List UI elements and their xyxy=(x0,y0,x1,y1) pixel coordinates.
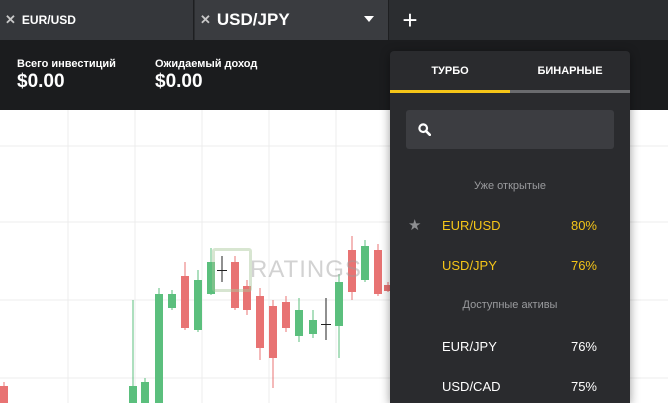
close-icon[interactable]: ✕ xyxy=(200,12,211,28)
chevron-down-icon[interactable] xyxy=(364,16,374,22)
plus-icon[interactable]: + xyxy=(390,0,430,40)
asset-name: EUR/JPY xyxy=(442,339,497,354)
candle-body xyxy=(361,246,369,280)
tab-label: EUR/USD xyxy=(21,13,76,27)
asset-payout: 80% xyxy=(570,218,597,233)
candle-body xyxy=(181,276,189,328)
total-investments-label: Всего инвестиций xyxy=(17,58,116,70)
tab-bar: ✕ EUR/USD ✕ USD/JPY + xyxy=(0,0,668,40)
candle-body xyxy=(0,386,8,403)
asset-search-input[interactable] xyxy=(438,110,612,151)
candle-body xyxy=(168,294,176,308)
ratings-watermark-logo: RATINGS xyxy=(212,248,362,292)
asset-payout: 75% xyxy=(570,379,597,394)
candle-body xyxy=(129,386,137,403)
total-investments: Всего инвестиций $0.00 xyxy=(17,58,116,93)
asset-name: EUR/USD xyxy=(442,218,501,233)
asset-selector-panel: ТУРБО БИНАРНЫЕ Уже открытые ★ EUR/USD 80… xyxy=(390,51,630,403)
candle-body xyxy=(374,250,382,294)
candle-body xyxy=(321,324,331,325)
expected-income-label: Ожидаемый доход xyxy=(155,58,258,70)
section-opened-label: Уже открытые xyxy=(474,180,546,192)
total-investments-value: $0.00 xyxy=(17,71,65,92)
asset-payout: 76% xyxy=(570,339,597,354)
tab-label: USD/JPY xyxy=(216,10,290,29)
candle-body xyxy=(295,310,303,336)
asset-row-usd-cad[interactable]: USD/CAD 75% xyxy=(390,371,630,401)
asset-type-tabs: ТУРБО БИНАРНЫЕ xyxy=(390,51,630,93)
expected-income-value: $0.00 xyxy=(155,71,203,92)
watermark-text: RATINGS xyxy=(250,256,362,283)
tab-turbo[interactable]: ТУРБО xyxy=(390,51,510,93)
candle-body xyxy=(155,294,163,403)
tab-binary[interactable]: БИНАРНЫЕ xyxy=(510,51,630,93)
asset-row-usd-jpy[interactable]: USD/JPY 76% xyxy=(390,250,630,280)
asset-payout: 76% xyxy=(570,258,597,273)
star-icon[interactable]: ★ xyxy=(408,216,421,234)
asset-name: USD/CAD xyxy=(442,379,501,394)
expected-income: Ожидаемый доход $0.00 xyxy=(155,58,257,93)
asset-name: USD/JPY xyxy=(442,258,497,273)
tab-usd-jpy[interactable]: ✕ USD/JPY xyxy=(195,0,389,40)
candle-body xyxy=(256,296,264,348)
candle-body xyxy=(194,280,202,330)
asset-search-box xyxy=(406,110,614,151)
close-icon[interactable]: ✕ xyxy=(5,12,16,28)
tab-eur-usd[interactable]: ✕ EUR/USD xyxy=(0,0,194,40)
search-icon xyxy=(418,123,431,136)
candle-body xyxy=(269,306,277,358)
asset-row-eur-usd[interactable]: ★ EUR/USD 80% xyxy=(390,210,630,240)
section-available-label: Доступные активы xyxy=(462,299,558,311)
asset-row-eur-jpy[interactable]: EUR/JPY 76% xyxy=(390,331,630,361)
candle-body xyxy=(282,302,290,328)
candle-body xyxy=(309,320,317,334)
candle-body xyxy=(141,382,149,403)
